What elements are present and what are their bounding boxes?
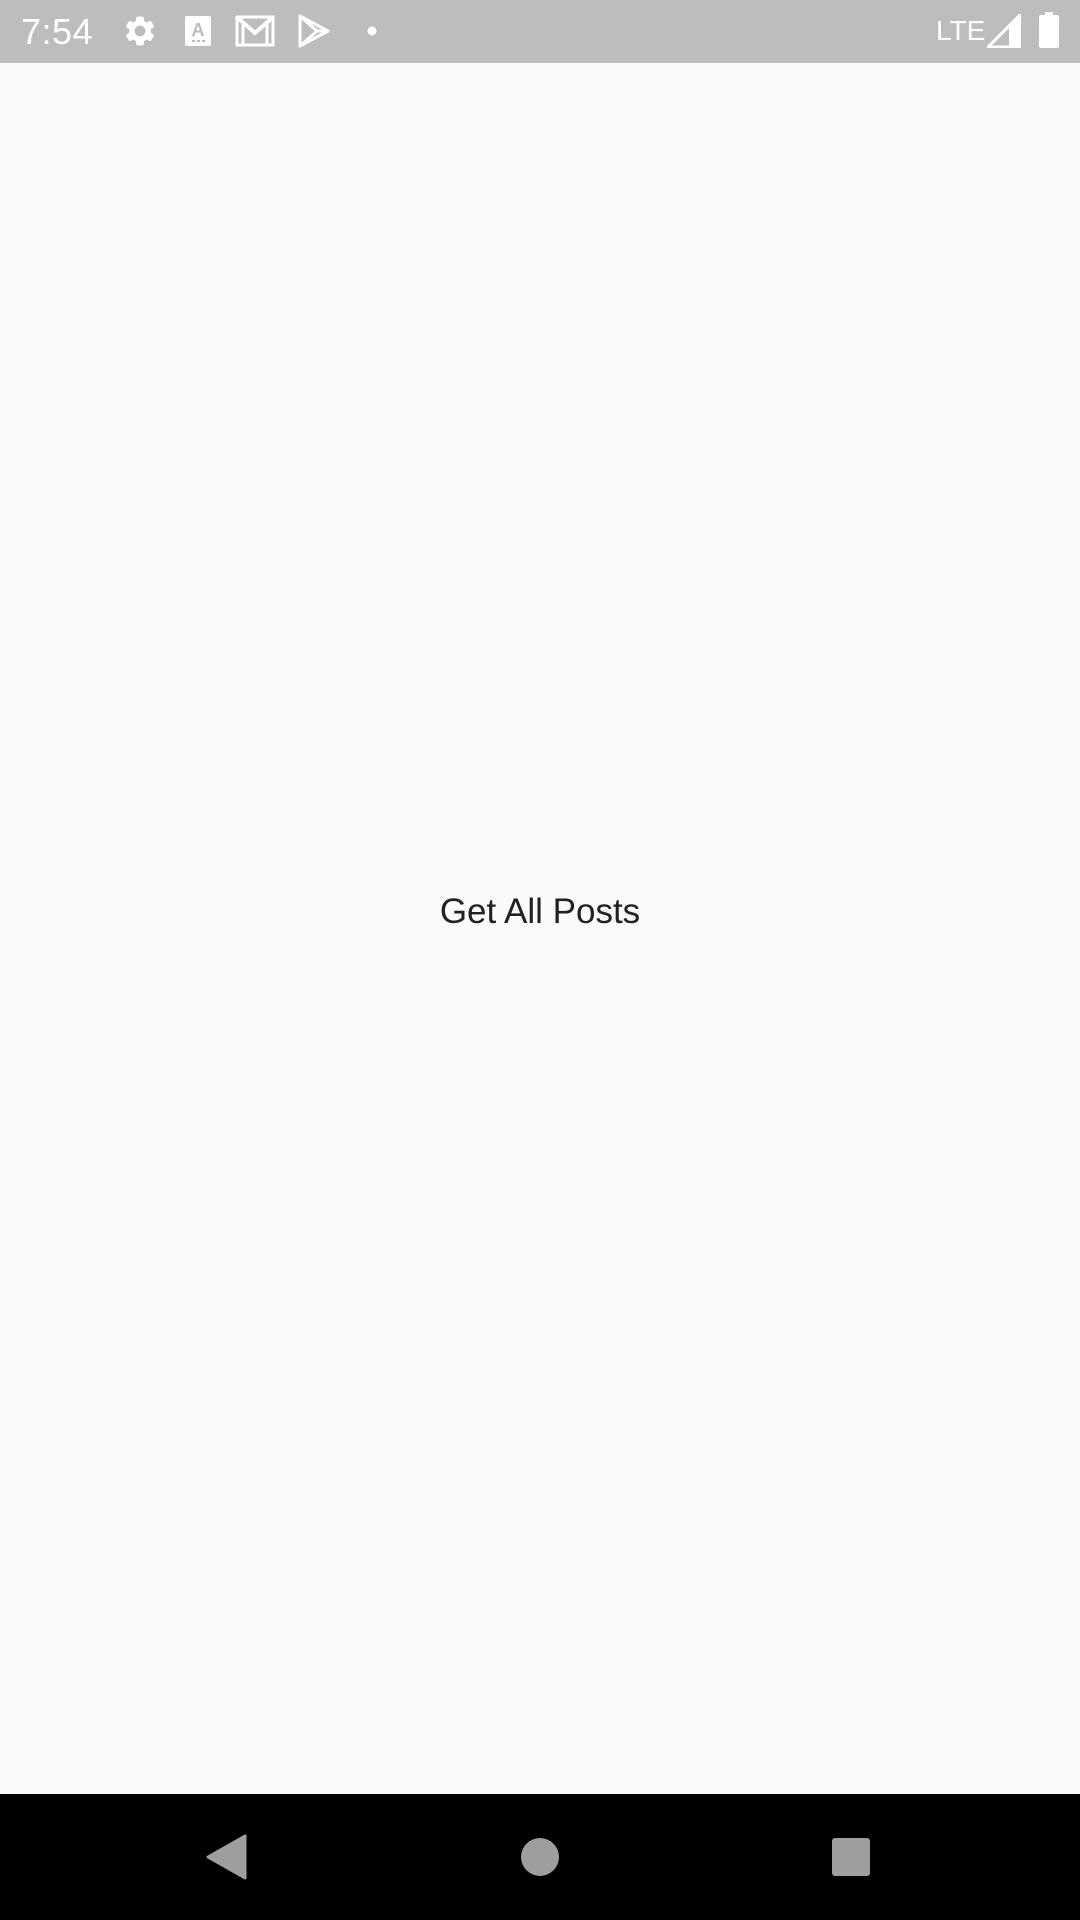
svg-text:A: A	[192, 20, 205, 40]
navigation-bar	[0, 1794, 1080, 1920]
main-content: Get All Posts	[0, 63, 1080, 1794]
gmail-icon	[235, 15, 275, 47]
battery-icon	[1038, 12, 1060, 48]
back-icon	[205, 1834, 247, 1880]
font-icon: A	[184, 15, 212, 47]
status-time: 7:54	[21, 11, 94, 52]
signal-icon	[987, 14, 1021, 48]
home-button[interactable]	[460, 1794, 620, 1920]
settings-icon	[122, 13, 158, 49]
home-icon	[520, 1837, 560, 1877]
play-store-icon	[297, 14, 331, 48]
back-button[interactable]	[146, 1794, 306, 1920]
recents-button[interactable]	[771, 1794, 931, 1920]
status-bar: 7:54 A LTE	[0, 0, 1080, 63]
network-type-label: LTE	[936, 15, 986, 46]
notification-dot-icon	[367, 26, 377, 36]
get-all-posts-button[interactable]: Get All Posts	[390, 867, 690, 957]
recents-icon	[831, 1837, 871, 1877]
